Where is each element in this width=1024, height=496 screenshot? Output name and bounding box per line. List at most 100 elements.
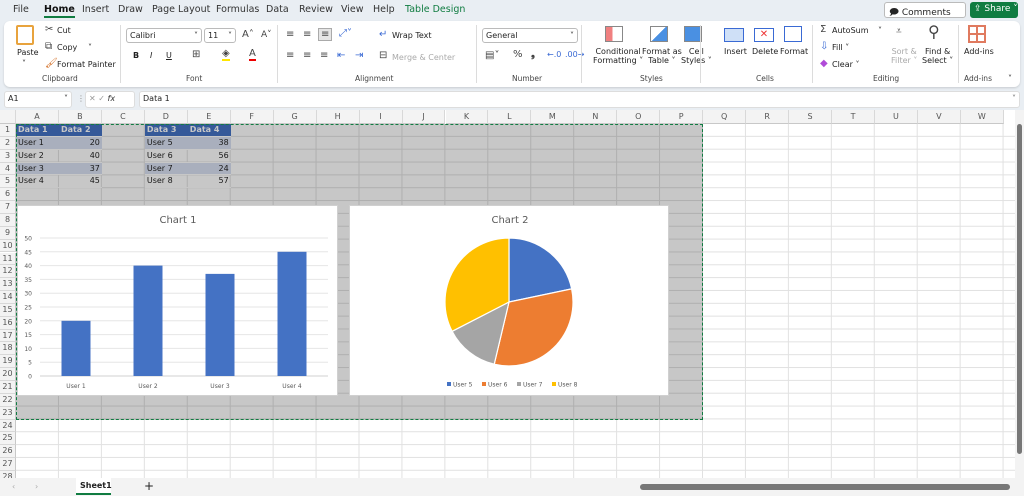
row-header[interactable]: 9 <box>0 226 16 240</box>
row-header[interactable]: 12 <box>0 265 16 279</box>
italic-button[interactable]: I <box>150 51 152 60</box>
row-header[interactable]: 24 <box>0 419 16 433</box>
cut-button[interactable]: Cut <box>57 26 71 35</box>
column-header[interactable]: T <box>832 110 875 124</box>
tab-file[interactable]: File <box>13 4 29 15</box>
align-bottom-icon[interactable]: ≡ <box>318 28 333 41</box>
worksheet-grid[interactable]: A B C D E F G H I J K L M N O P Q R S T U V W 1 2 3 4 5 6 7 8 9 10 11 12 13… <box>0 110 1015 478</box>
align-left-icon[interactable]: ≡ <box>286 50 294 61</box>
row-header[interactable]: 19 <box>0 355 16 369</box>
conditional-formatting-button[interactable]: Conditional Formatting ˅ <box>593 47 643 65</box>
column-header[interactable]: U <box>875 110 918 124</box>
tab-insert[interactable]: Insert <box>82 4 109 15</box>
comments-button[interactable]: 🗩 Comments <box>884 2 966 18</box>
row-header[interactable]: 4 <box>0 162 16 176</box>
row-header[interactable]: 13 <box>0 278 16 292</box>
prev-sheet-icon[interactable]: ‹ <box>12 482 15 491</box>
increase-decimal-icon[interactable]: ←.0 <box>547 50 561 59</box>
sheet-tab-sheet1[interactable]: Sheet1 <box>76 478 112 495</box>
paste-icon[interactable] <box>16 25 34 45</box>
formula-input[interactable]: Data 1 ˅ <box>139 91 1020 108</box>
align-center-icon[interactable]: ≡ <box>303 50 311 61</box>
column-header[interactable]: N <box>574 110 618 124</box>
font-name-select[interactable]: Calibri ˅ <box>126 28 202 43</box>
percent-style-icon[interactable]: % <box>513 49 523 60</box>
sort-filter-button[interactable]: Sort & Filter ˅ <box>891 47 917 65</box>
paste-dropdown-icon[interactable]: ˅ <box>22 59 26 68</box>
column-header[interactable]: G <box>273 110 317 124</box>
tab-home[interactable]: Home <box>44 4 75 18</box>
autosum-button[interactable]: AutoSum <box>832 26 869 35</box>
tab-page-layout[interactable]: Page Layout <box>152 4 210 15</box>
add-sheet-button[interactable]: + <box>144 479 154 493</box>
tab-review[interactable]: Review <box>299 4 333 15</box>
fill-button[interactable]: Fill ˅ <box>832 43 849 52</box>
accounting-format-icon[interactable]: ▤˅ <box>485 50 499 61</box>
horizontal-scrollbar[interactable] <box>640 484 1010 490</box>
column-header[interactable]: D <box>144 110 188 124</box>
row-header[interactable]: 8 <box>0 213 16 227</box>
enter-icon[interactable]: ✓ <box>98 94 105 103</box>
tab-data[interactable]: Data <box>266 4 289 15</box>
increase-indent-icon[interactable]: ⇥ <box>355 50 363 61</box>
bar-chart[interactable]: Chart 1 0 5 10 15 20 25 30 35 40 45 50 User 1 User 2 U… <box>17 205 338 396</box>
column-header[interactable]: P <box>660 110 704 124</box>
format-painter-button[interactable]: Format Painter <box>57 60 116 69</box>
pie-chart[interactable]: Chart 2 User 5 User 6 User 7 User 8 <box>349 205 669 396</box>
row-header[interactable]: 14 <box>0 291 16 304</box>
add-ins-button[interactable]: Add-ins <box>964 47 994 56</box>
clear-button[interactable]: Clear ˅ <box>832 60 859 69</box>
vertical-scrollbar[interactable] <box>1015 110 1024 478</box>
row-header[interactable]: 17 <box>0 329 16 343</box>
column-header[interactable]: M <box>531 110 575 124</box>
column-header[interactable]: B <box>58 110 102 124</box>
align-top-icon[interactable]: ≡ <box>286 29 294 40</box>
column-header[interactable]: W <box>960 110 1004 124</box>
row-header[interactable]: 2 <box>0 136 16 150</box>
borders-icon[interactable]: ⊞ <box>192 49 200 60</box>
row-header[interactable]: 1 <box>0 124 16 137</box>
formula-bar-handle-icon[interactable]: ⋮ <box>77 94 85 103</box>
column-header[interactable]: J <box>402 110 446 124</box>
column-header[interactable]: L <box>488 110 532 124</box>
column-header[interactable]: C <box>101 110 145 124</box>
bold-button[interactable]: B <box>133 51 139 60</box>
wrap-text-button[interactable]: Wrap Text <box>392 31 432 40</box>
column-header[interactable]: F <box>230 110 274 124</box>
copy-button[interactable]: Copy <box>57 43 77 52</box>
column-header[interactable]: K <box>445 110 489 124</box>
row-header[interactable]: 7 <box>0 201 16 214</box>
row-header[interactable]: 23 <box>0 406 16 420</box>
decrease-indent-icon[interactable]: ⇤ <box>337 50 345 61</box>
delete-button[interactable]: Delete <box>752 47 778 56</box>
insert-button[interactable]: Insert <box>724 47 747 56</box>
column-header[interactable]: O <box>617 110 661 124</box>
comma-style-icon[interactable]: ❟ <box>531 49 535 60</box>
share-button[interactable]: ⇪ Share ˅ <box>970 2 1018 18</box>
column-header[interactable]: Q <box>703 110 747 124</box>
font-color-icon[interactable]: A <box>249 48 256 61</box>
row-header[interactable]: 3 <box>0 149 16 163</box>
tab-help[interactable]: Help <box>373 4 395 15</box>
paste-button[interactable]: Paste <box>17 48 39 57</box>
row-header[interactable]: 6 <box>0 188 16 202</box>
format-button[interactable]: Format <box>780 47 808 56</box>
font-size-select[interactable]: 11 ˅ <box>204 28 236 43</box>
tab-draw[interactable]: Draw <box>118 4 143 15</box>
merge-center-button[interactable]: Merge & Center <box>392 53 455 62</box>
tab-view[interactable]: View <box>341 4 364 15</box>
format-as-table-button[interactable]: Format as Table ˅ <box>642 47 682 65</box>
cancel-icon[interactable]: ✕ <box>89 94 96 103</box>
find-select-button[interactable]: Find & Select ˅ <box>922 47 953 65</box>
increase-font-icon[interactable]: A˄ <box>242 29 254 40</box>
insert-function-icon[interactable]: fx <box>108 94 116 103</box>
underline-button[interactable]: U <box>166 51 172 60</box>
name-box[interactable]: A1 ˅ <box>4 91 72 108</box>
next-sheet-icon[interactable]: › <box>35 482 38 491</box>
number-format-select[interactable]: General ˅ <box>482 28 578 43</box>
fill-color-icon[interactable]: ◈ <box>222 48 230 61</box>
tab-formulas[interactable]: Formulas <box>216 4 259 15</box>
row-header[interactable]: 28 <box>0 470 16 478</box>
row-header[interactable]: 26 <box>0 445 16 459</box>
column-header[interactable]: V <box>917 110 961 124</box>
